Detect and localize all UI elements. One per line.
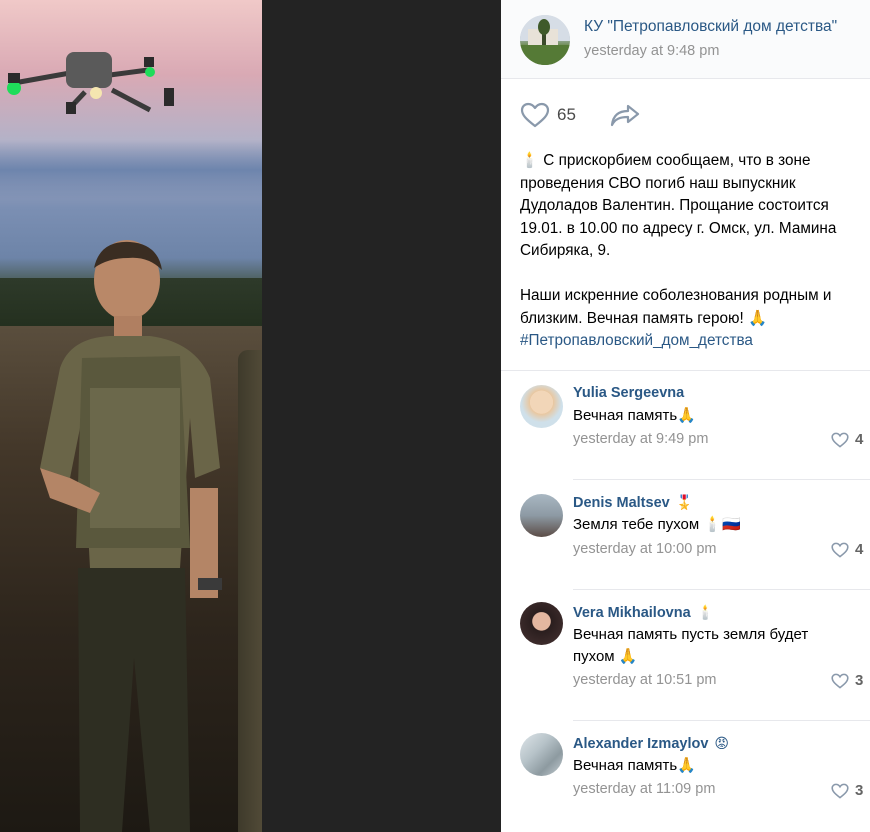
commenter-name[interactable]: Denis Maltsev 🎖️ (573, 494, 693, 511)
small-heart-icon (831, 783, 849, 799)
comment-like[interactable]: 3 (831, 672, 865, 690)
photo-viewer (0, 0, 501, 832)
group-avatar[interactable] (520, 15, 570, 65)
post-text-line: близким. Вечная память герою! 🙏 (520, 309, 768, 327)
commenter-badge: 🎖️ (675, 494, 694, 510)
commenter-name[interactable]: Alexander Izmaylov 😡 (573, 735, 729, 752)
comment-like-count: 4 (855, 431, 864, 448)
drone-image (7, 52, 174, 114)
comment-item: Vera Mikhailovna 🕯️ Вечная память пусть з… (501, 590, 870, 720)
post-text-line: Сибиряка, 9. (520, 242, 611, 259)
post-text-line: 🕯️ С прискорбием сообщаем, что в зоне (520, 152, 811, 169)
comment-text: Земля тебе пухом 🕯️🇷🇺 (573, 516, 741, 533)
comment-item: Yulia Sergeevna Вечная память🙏 yesterday… (501, 371, 870, 479)
post-text-line: Наши искренние соболезнования родным и (520, 287, 832, 304)
commenter-avatar[interactable] (520, 494, 563, 537)
commenter-name-text[interactable]: Denis Maltsev (573, 495, 670, 511)
share-arrow-icon[interactable] (610, 103, 640, 127)
commenter-name-text[interactable]: Yulia Sergeevna (573, 385, 684, 401)
small-heart-icon (831, 542, 849, 558)
group-name[interactable]: КУ "Петропавловский дом детства" (584, 18, 837, 36)
comment-like[interactable]: 3 (831, 782, 865, 800)
post-header: КУ "Петропавловский дом детства" yesterd… (501, 0, 870, 79)
soldier-figure (40, 240, 222, 832)
commenter-avatar[interactable] (520, 733, 563, 776)
comment-text: Вечная память🙏 (573, 407, 696, 424)
comment-item: Alexander Izmaylov 😡 Вечная память🙏 yeste… (501, 721, 870, 832)
commenter-name-text[interactable]: Vera Mikhailovna (573, 605, 691, 621)
post-time[interactable]: yesterday at 9:48 pm (584, 43, 719, 59)
photo-edge-figure (238, 350, 262, 832)
comment-time[interactable]: yesterday at 9:49 pm (573, 431, 708, 447)
commenter-badge: 🕯️ (696, 604, 715, 620)
comment-text: Вечная память🙏 (573, 757, 696, 774)
comment-like-count: 3 (855, 672, 864, 689)
comment-time[interactable]: yesterday at 10:51 pm (573, 672, 716, 688)
comment-item: Denis Maltsev 🎖️ Земля тебе пухом 🕯️🇷🇺 ye… (501, 480, 870, 588)
commenter-avatar[interactable] (520, 385, 563, 428)
like-count[interactable]: 65 (557, 105, 576, 125)
post-panel: КУ "Петропавловский дом детства" yesterd… (501, 0, 870, 832)
commenter-name[interactable]: Vera Mikhailovna 🕯️ (573, 604, 714, 621)
post-photo[interactable] (0, 0, 262, 832)
comment-time[interactable]: yesterday at 11:09 pm (573, 781, 715, 797)
commenter-badge: 😡 (714, 735, 730, 751)
commenter-name-text[interactable]: Alexander Izmaylov (573, 736, 708, 752)
post-text: 🕯️ С прискорбием сообщаем, что в зоне пр… (520, 150, 860, 353)
comment-like-count: 3 (855, 782, 864, 799)
comment-like[interactable]: 4 (831, 541, 865, 559)
photo-sky (0, 140, 262, 200)
small-heart-icon (831, 673, 849, 689)
commenter-name[interactable]: Yulia Sergeevna (573, 385, 684, 401)
commenter-avatar[interactable] (520, 602, 563, 645)
small-heart-icon (831, 432, 849, 448)
comment-time[interactable]: yesterday at 10:00 pm (573, 541, 716, 557)
post-text-line: проведения СВО погиб наш выпускник (520, 174, 796, 192)
post-text-line: Дудоладов Валентин. Прощание состоится (520, 197, 829, 214)
comment-text: Вечная память пусть земля будет пухом 🙏 (573, 626, 809, 665)
post-hashtag[interactable]: #Петропавловский_дом_детства (520, 330, 860, 353)
comment-like-count: 4 (855, 541, 864, 558)
comment-like[interactable]: 4 (831, 431, 865, 449)
heart-outline-icon[interactable] (520, 102, 550, 128)
post-text-line: 19.01. в 10.00 по адресу г. Омск, ул. Ма… (520, 219, 837, 237)
